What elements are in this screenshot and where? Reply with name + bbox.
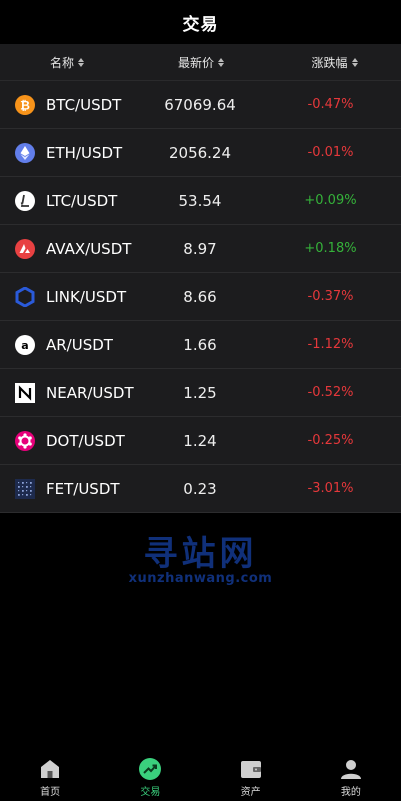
home-icon (38, 757, 62, 781)
tab-wallet[interactable]: 资产 (201, 751, 301, 801)
sort-by-name[interactable]: 名称 (0, 54, 134, 71)
change-value: -0.37% (307, 289, 354, 304)
tab-label: 交易 (140, 787, 161, 798)
market-row[interactable]: LINK/USDT 8.66 -0.37% (0, 273, 401, 321)
dot-icon (15, 430, 35, 451)
change-value: -0.47% (307, 97, 354, 112)
tab-user[interactable]: 我的 (301, 751, 401, 801)
market-row[interactable]: DOT/USDT 1.24 -0.25% (0, 417, 401, 465)
market-row[interactable]: LTC/USDT 53.54 +0.09% (0, 177, 401, 225)
pair-label: FET/USDT (46, 479, 120, 498)
eth-icon (15, 142, 35, 163)
user-icon (339, 757, 363, 781)
svg-text:₿: ₿ (20, 98, 30, 112)
bottom-tab-bar: 首页 交易 资产 我的 (0, 751, 401, 801)
sort-icon (218, 57, 224, 67)
market-row[interactable]: AVAX/USDT 8.97 +0.18% (0, 225, 401, 273)
sort-icon (351, 57, 358, 67)
change-value: -1.12% (307, 337, 354, 352)
price-value: 8.66 (183, 287, 217, 306)
market-row[interactable]: ₿ BTC/USDT 67069.64 -0.47% (0, 81, 401, 129)
market-row[interactable]: a AR/USDT 1.66 -1.12% (0, 321, 401, 369)
top-bar: 交易 (0, 0, 401, 44)
watermark: 寻站网 xunzhanwang.com (0, 535, 401, 586)
tab-label: 我的 (340, 787, 361, 798)
sort-icon (78, 57, 84, 67)
pair-cell: FET/USDT (0, 478, 160, 499)
price-value: 8.97 (183, 239, 217, 258)
price-value: 67069.64 (164, 95, 236, 114)
price-value: 2056.24 (168, 143, 232, 162)
change-value: +0.18% (304, 241, 357, 256)
sort-by-price[interactable]: 最新价 (134, 54, 268, 71)
change-value: -0.01% (307, 145, 354, 160)
pair-label: DOT/USDT (46, 431, 125, 450)
pair-cell: ETH/USDT (0, 142, 160, 163)
market-list: ₿ BTC/USDT 67069.64 -0.47% ETH/USDT 2056… (0, 81, 401, 513)
tab-trend[interactable]: 交易 (100, 751, 200, 801)
change-value: -3.01% (307, 481, 354, 496)
tab-label: 资产 (240, 787, 261, 798)
trend-icon (138, 757, 162, 781)
fet-icon (15, 478, 35, 499)
wallet-icon (239, 757, 263, 781)
sort-by-change[interactable]: 涨跌幅 (268, 54, 401, 71)
pair-cell: LINK/USDT (0, 286, 160, 307)
price-value: 53.54 (178, 191, 222, 210)
page-title: 交易 (182, 14, 219, 35)
link-icon (15, 286, 35, 307)
ltc-icon (15, 190, 35, 211)
price-value: 1.66 (183, 335, 217, 354)
market-row[interactable]: ETH/USDT 2056.24 -0.01% (0, 129, 401, 177)
column-price-label: 最新价 (177, 55, 214, 70)
watermark-title: 寻站网 (143, 534, 258, 574)
market-row[interactable]: FET/USDT 0.23 -3.01% (0, 465, 401, 513)
pair-label: LTC/USDT (46, 191, 118, 210)
pair-cell: ₿ BTC/USDT (0, 94, 160, 115)
pair-cell: DOT/USDT (0, 430, 160, 451)
watermark-url: xunzhanwang.com (128, 571, 273, 586)
pair-label: AVAX/USDT (46, 239, 132, 258)
column-name-label: 名称 (49, 55, 74, 70)
change-value: -0.52% (307, 385, 354, 400)
pair-label: ETH/USDT (46, 143, 123, 162)
pair-label: AR/USDT (46, 335, 113, 354)
price-value: 0.23 (183, 479, 217, 498)
pair-cell: AVAX/USDT (0, 238, 160, 259)
tab-label: 首页 (40, 787, 61, 798)
pair-label: LINK/USDT (46, 287, 127, 306)
change-value: -0.25% (307, 433, 354, 448)
list-header: 名称 最新价 涨跌幅 (0, 44, 401, 81)
price-value: 1.25 (183, 383, 217, 402)
near-icon (15, 382, 35, 403)
ar-icon: a (15, 334, 35, 355)
market-row[interactable]: NEAR/USDT 1.25 -0.52% (0, 369, 401, 417)
pair-cell: LTC/USDT (0, 190, 160, 211)
tab-home[interactable]: 首页 (0, 751, 100, 801)
pair-cell: NEAR/USDT (0, 382, 160, 403)
column-change-label: 涨跌幅 (311, 55, 348, 70)
pair-cell: a AR/USDT (0, 334, 160, 355)
svg-text:a: a (21, 339, 28, 352)
pair-label: BTC/USDT (46, 95, 122, 114)
change-value: +0.09% (304, 193, 357, 208)
price-value: 1.24 (183, 431, 217, 450)
pair-label: NEAR/USDT (46, 383, 134, 402)
btc-icon: ₿ (15, 94, 35, 115)
avax-icon (15, 238, 35, 259)
